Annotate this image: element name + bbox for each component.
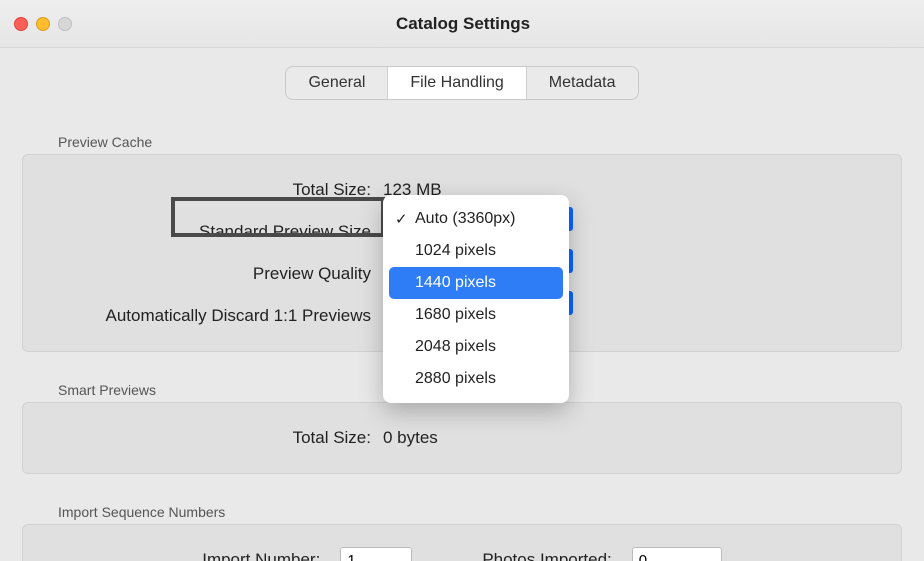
catalog-settings-window: Catalog Settings General File Handling M… <box>0 0 924 561</box>
titlebar: Catalog Settings <box>0 0 924 48</box>
photos-imported-input[interactable] <box>632 547 722 561</box>
dropdown-option-2880[interactable]: 2880 pixels <box>389 363 563 395</box>
dropdown-option-label: 1024 pixels <box>415 242 496 260</box>
standard-preview-size-label: Standard Preview Size <box>23 222 383 242</box>
dropdown-option-auto[interactable]: ✓ Auto (3360px) <box>389 203 563 235</box>
smart-previews-section: Total Size: 0 bytes <box>22 402 902 474</box>
dropdown-option-label: 2048 pixels <box>415 338 496 356</box>
dropdown-option-2048[interactable]: 2048 pixels <box>389 331 563 363</box>
tabs-row: General File Handling Metadata <box>0 48 924 104</box>
total-size-label: Total Size: <box>23 180 383 200</box>
settings-tabs: General File Handling Metadata <box>285 66 638 100</box>
import-seq-section: Import Number: Photos Imported: <box>22 524 902 561</box>
smart-total-size-row: Total Size: 0 bytes <box>23 417 901 459</box>
checkmark-icon: ✓ <box>395 210 408 228</box>
smart-total-size-label: Total Size: <box>23 428 383 448</box>
settings-panel: Preview Cache Total Size: 123 MB Standar… <box>22 134 902 561</box>
preview-cache-section: Total Size: 123 MB Standard Preview Size… <box>22 154 902 352</box>
dropdown-option-1024[interactable]: 1024 pixels <box>389 235 563 267</box>
tab-file-handling[interactable]: File Handling <box>387 67 525 99</box>
import-seq-row: Import Number: Photos Imported: <box>23 539 901 561</box>
dropdown-option-label: Auto (3360px) <box>415 210 516 228</box>
preview-quality-label: Preview Quality <box>23 264 383 284</box>
tab-metadata[interactable]: Metadata <box>526 67 638 99</box>
dropdown-option-label: 2880 pixels <box>415 370 496 388</box>
preview-cache-label: Preview Cache <box>58 134 902 150</box>
dropdown-option-label: 1440 pixels <box>415 274 496 292</box>
import-seq-label: Import Sequence Numbers <box>58 504 902 520</box>
dropdown-option-1440[interactable]: 1440 pixels <box>389 267 563 299</box>
dropdown-option-1680[interactable]: 1680 pixels <box>389 299 563 331</box>
smart-total-size-value: 0 bytes <box>383 428 438 448</box>
import-number-label: Import Number: <box>202 550 320 561</box>
standard-preview-size-dropdown[interactable]: ✓ Auto (3360px) 1024 pixels 1440 pixels … <box>383 195 569 403</box>
discard-previews-label: Automatically Discard 1:1 Previews <box>23 306 383 326</box>
import-number-input[interactable] <box>340 547 412 561</box>
dropdown-option-label: 1680 pixels <box>415 306 496 324</box>
photos-imported-label: Photos Imported: <box>482 550 611 561</box>
tab-general[interactable]: General <box>286 67 387 99</box>
window-title: Catalog Settings <box>16 14 910 34</box>
